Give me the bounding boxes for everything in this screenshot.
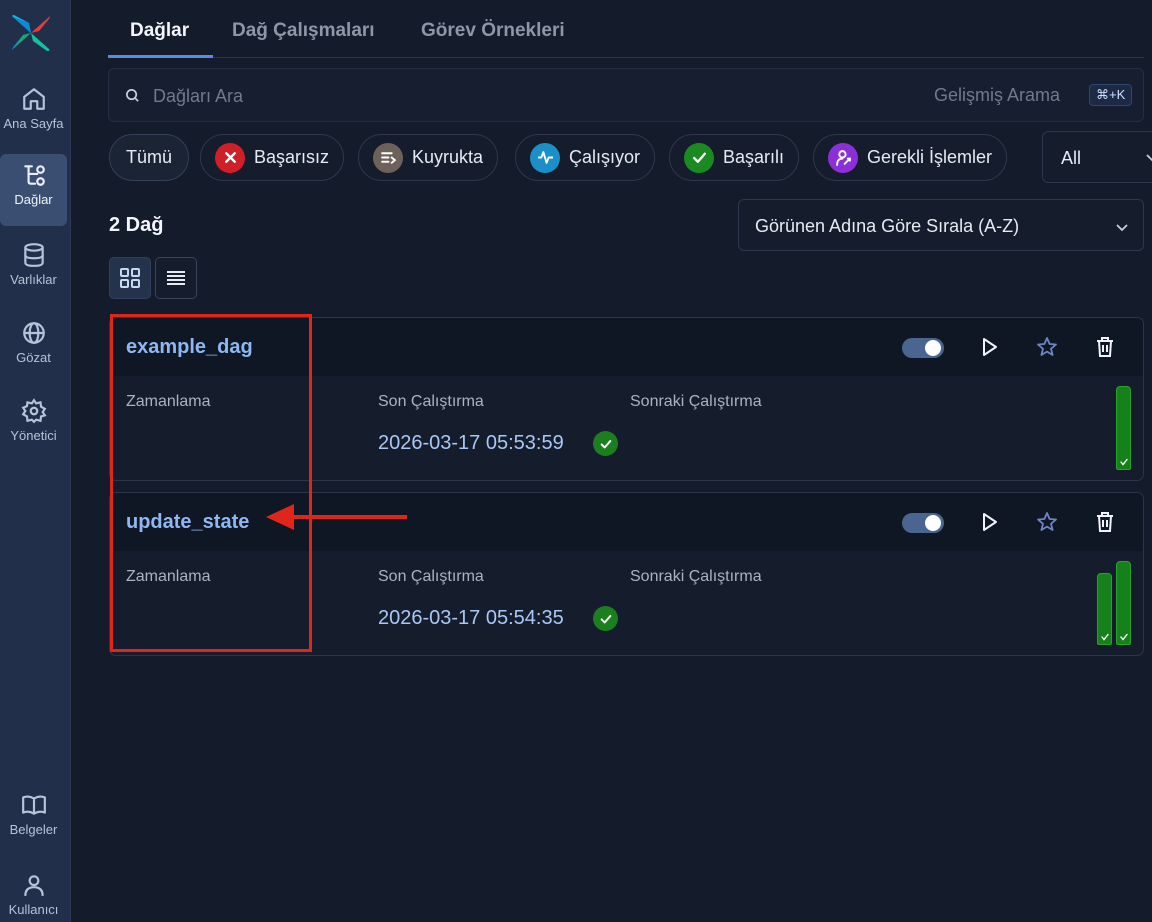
delete-dag-button[interactable] — [1093, 510, 1117, 534]
next-run-label: Sonraki Çalıştırma — [630, 568, 762, 585]
play-icon — [983, 338, 997, 356]
sidebar-item-label: Dağlar — [14, 192, 53, 207]
success-state-icon — [593, 606, 618, 631]
sidebar-item-label: Ana Sayfa — [3, 116, 64, 131]
sidebar-item-home[interactable]: Ana Sayfa — [0, 78, 67, 150]
user-icon — [23, 875, 44, 896]
filter-required-actions-chip[interactable]: Gerekli İşlemler — [813, 134, 1008, 181]
active-tab-indicator — [108, 55, 213, 58]
run-bar[interactable] — [1116, 561, 1131, 645]
sidebar-item-label: Kullanıcı — [8, 902, 59, 917]
filter-chip-label: Çalışıyor — [569, 147, 641, 167]
schedule-label: Zamanlama — [126, 568, 211, 585]
check-icon — [1101, 633, 1109, 641]
search-input[interactable] — [153, 81, 753, 111]
sidebar: Ana Sayfa Dağlar Varlıklar Gözat Yönetic… — [0, 0, 71, 922]
sidebar-item-label: Varlıklar — [10, 272, 57, 287]
table-view-button[interactable] — [155, 257, 197, 299]
toggle-knob — [925, 515, 941, 531]
delete-dag-button[interactable] — [1093, 335, 1117, 359]
last-run-link[interactable]: 2026-03-17 05:53:59 — [378, 432, 564, 455]
search-shortcut-badge: ⌘+K — [1089, 84, 1133, 106]
advanced-search-link[interactable]: Gelişmiş Arama — [934, 85, 1060, 106]
queue-icon — [373, 142, 403, 173]
tab-dag-runs[interactable]: Dağ Çalışmaları — [232, 20, 375, 42]
dag-id-link[interactable]: update_state — [126, 511, 249, 534]
sidebar-item-assets[interactable]: Varlıklar — [0, 234, 67, 306]
schedule-label: Zamanlama — [126, 393, 211, 410]
filter-all-chip[interactable]: Tümü — [109, 134, 190, 181]
pause-toggle[interactable] — [902, 338, 944, 358]
sidebar-item-label: Belgeler — [9, 822, 58, 837]
last-run-link[interactable]: 2026-03-17 05:54:35 — [378, 607, 564, 630]
sidebar-item-docs[interactable]: Belgeler — [0, 784, 67, 856]
star-icon — [1037, 512, 1057, 531]
filter-chip-label: Tümü — [126, 147, 173, 167]
check-icon — [1120, 633, 1128, 641]
book-icon — [21, 795, 46, 815]
filter-chip-label: Gerekli İşlemler — [867, 147, 993, 167]
dag-card: example_dag Zamanlama Son Çalıştırma Son… — [109, 317, 1144, 481]
sidebar-item-label: Gözat — [16, 350, 51, 365]
tab-task-instances[interactable]: Görev Örnekleri — [421, 20, 565, 42]
last-run-label: Son Çalıştırma — [378, 393, 484, 410]
dags-icon — [23, 165, 45, 186]
check-icon — [684, 142, 714, 173]
sort-select[interactable]: Görünen Adına Göre Sırala (A-Z) — [738, 199, 1144, 251]
sidebar-item-user[interactable]: Kullanıcı — [0, 864, 67, 922]
annotation-arrow-icon — [266, 504, 407, 530]
toggle-knob — [925, 340, 941, 356]
play-icon — [983, 513, 997, 531]
filter-chip-label: Başarısız — [254, 147, 330, 167]
filter-chip-label: Kuyrukta — [412, 147, 484, 167]
check-icon — [1120, 458, 1128, 466]
home-icon — [22, 88, 45, 110]
run-bar[interactable] — [1097, 573, 1112, 645]
tab-bar: Dağlar Dağ Çalışmaları Görev Örnekleri — [108, 0, 1144, 58]
list-icon — [167, 271, 185, 285]
sidebar-item-label: Yönetici — [10, 428, 57, 443]
tab-dags[interactable]: Dağlar — [130, 20, 189, 42]
sidebar-item-browse[interactable]: Gözat — [0, 312, 67, 384]
search-icon — [126, 89, 139, 102]
filter-select-value: All — [1061, 148, 1082, 168]
trash-icon — [1097, 512, 1113, 532]
gear-icon — [21, 398, 47, 424]
airflow-logo-icon[interactable] — [9, 11, 53, 55]
next-run-label: Sonraki Çalıştırma — [630, 393, 762, 410]
sidebar-item-admin[interactable]: Yönetici — [0, 390, 67, 462]
filter-failed-chip[interactable]: Başarısız — [200, 134, 345, 181]
user-action-icon — [828, 142, 858, 173]
success-state-icon — [593, 431, 618, 456]
trigger-dag-button[interactable] — [977, 510, 1001, 534]
filter-running-chip[interactable]: Çalışıyor — [515, 134, 656, 181]
trash-icon — [1097, 337, 1113, 357]
search-bar: Gelişmiş Arama ⌘+K — [108, 68, 1144, 122]
card-view-button[interactable] — [109, 257, 151, 299]
globe-icon — [22, 322, 45, 344]
x-icon — [215, 142, 245, 173]
filter-select[interactable]: All — [1042, 131, 1152, 183]
activity-icon — [530, 142, 560, 173]
database-icon — [23, 243, 44, 267]
grid-icon — [120, 268, 140, 288]
star-icon — [1037, 337, 1057, 356]
dag-count: 2 Dağ — [109, 214, 164, 236]
pause-toggle[interactable] — [902, 513, 944, 533]
chevron-down-icon — [1116, 224, 1128, 232]
sort-select-value: Görünen Adına Göre Sırala (A-Z) — [755, 216, 1020, 236]
run-bar[interactable] — [1116, 386, 1131, 470]
favorite-button[interactable] — [1035, 510, 1059, 534]
filter-queued-chip[interactable]: Kuyrukta — [358, 134, 499, 181]
filter-chip-label: Başarılı — [723, 147, 785, 167]
dag-id-link[interactable]: example_dag — [126, 336, 253, 359]
chevron-down-icon — [1146, 154, 1152, 162]
trigger-dag-button[interactable] — [977, 335, 1001, 359]
filter-success-chip[interactable]: Başarılı — [669, 134, 800, 181]
sidebar-item-dags[interactable]: Dağlar — [0, 154, 67, 226]
favorite-button[interactable] — [1035, 335, 1059, 359]
last-run-label: Son Çalıştırma — [378, 568, 484, 585]
